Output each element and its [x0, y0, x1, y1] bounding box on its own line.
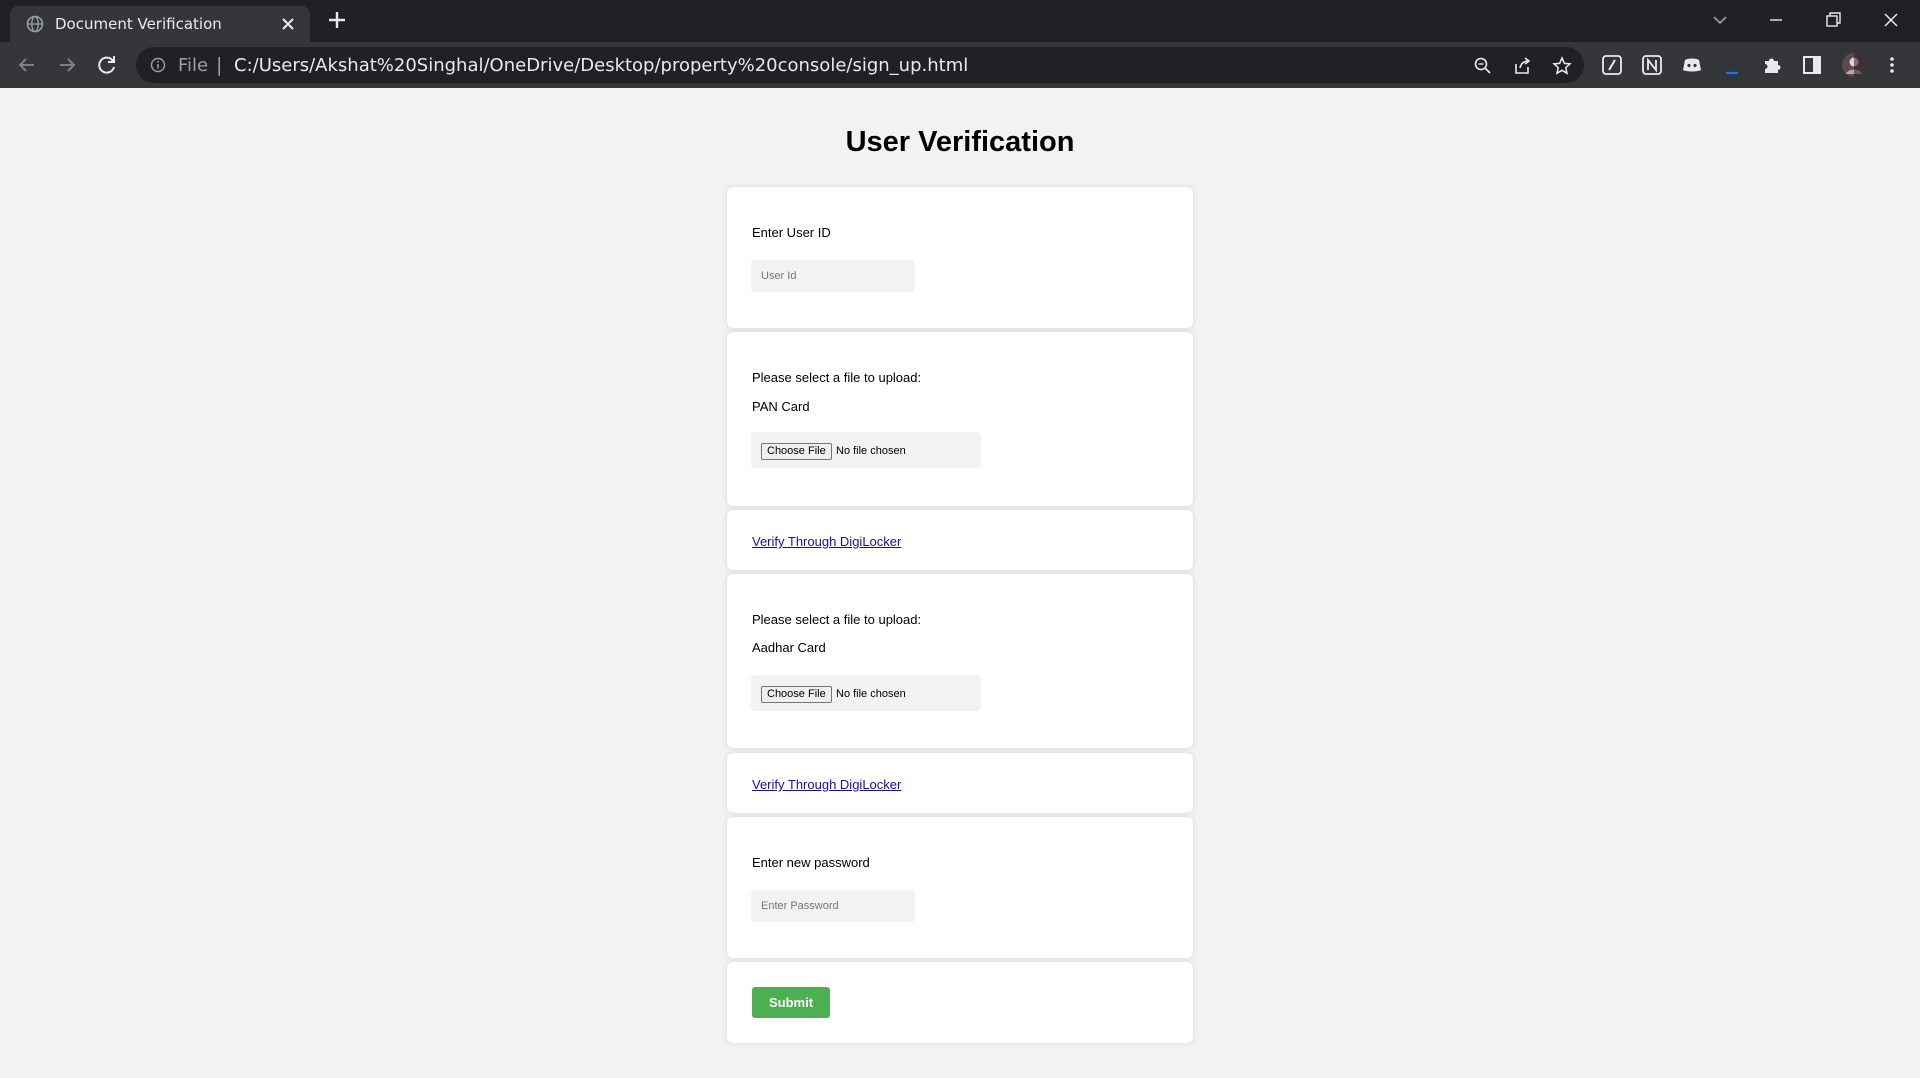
aadhar-choose-file-button[interactable]: Choose File — [761, 686, 832, 703]
aadhar-digilocker-link[interactable]: Verify Through DigiLocker — [752, 777, 901, 792]
kebab-menu-icon[interactable] — [1881, 54, 1903, 76]
address-url[interactable]: C:/Users/Akshat%20Singhal/OneDrive/Deskt… — [234, 55, 968, 76]
chevron-down-icon[interactable] — [1706, 6, 1734, 34]
share-icon[interactable] — [1512, 56, 1532, 76]
globe-icon — [26, 15, 44, 33]
restore-icon[interactable] — [1819, 6, 1847, 34]
pan-digilocker-link[interactable]: Verify Through DigiLocker — [752, 534, 901, 549]
address-separator: | — [216, 54, 223, 76]
side-panel-icon[interactable] — [1801, 54, 1823, 76]
pan-digilocker-card: Verify Through DigiLocker — [727, 510, 1193, 570]
user-id-input[interactable] — [751, 260, 915, 292]
pan-card-label: PAN Card — [752, 399, 810, 414]
pan-choose-file-button[interactable]: Choose File — [761, 443, 832, 460]
pan-upload-card: Please select a file to upload: PAN Card… — [727, 332, 1193, 506]
zoom-icon[interactable] — [1473, 56, 1493, 76]
star-icon[interactable] — [1552, 56, 1572, 76]
close-icon[interactable] — [278, 14, 298, 34]
aadhar-upload-card: Please select a file to upload: Aadhar C… — [727, 574, 1193, 748]
close-window-icon[interactable] — [1877, 6, 1905, 34]
submit-button[interactable]: Submit — [752, 987, 830, 1018]
extension-discord-icon[interactable] — [1681, 54, 1703, 76]
forward-icon[interactable] — [53, 51, 81, 79]
page-title: User Verification — [845, 126, 1075, 158]
pan-upload-prompt: Please select a file to upload: — [752, 370, 922, 385]
tab-title: Document Verification — [55, 15, 222, 33]
pan-file-status: No file chosen — [836, 445, 906, 457]
user-id-label: Enter User ID — [752, 225, 831, 240]
extension-notion-icon[interactable] — [1641, 54, 1663, 76]
reload-icon[interactable] — [93, 51, 121, 79]
password-input[interactable] — [751, 890, 915, 922]
browser-titlebar: Document Verification — [0, 0, 1920, 42]
puzzle-icon[interactable] — [1761, 54, 1783, 76]
password-label: Enter new password — [752, 855, 870, 870]
extension-pin-icon[interactable] — [1721, 54, 1743, 76]
aadhar-file-status: No file chosen — [836, 688, 906, 700]
aadhar-file-input[interactable]: Choose File No file chosen — [751, 675, 981, 711]
address-scheme: File — [178, 55, 209, 76]
user-id-card: Enter User ID — [727, 187, 1193, 328]
info-icon[interactable] — [150, 57, 166, 73]
aadhar-upload-prompt: Please select a file to upload: — [752, 612, 922, 627]
browser-toolbar: File | C:/Users/Akshat%20Singhal/OneDriv… — [0, 42, 1920, 88]
password-card: Enter new password — [727, 817, 1193, 958]
plus-icon[interactable] — [326, 9, 348, 31]
extension-slash-icon[interactable] — [1601, 54, 1623, 76]
address-bar[interactable]: File | C:/Users/Akshat%20Singhal/OneDriv… — [136, 47, 1584, 83]
submit-card: Submit — [727, 962, 1193, 1043]
aadhar-digilocker-card: Verify Through DigiLocker — [727, 753, 1193, 813]
browser-tab-active[interactable]: Document Verification — [10, 6, 310, 42]
minimize-icon[interactable] — [1762, 6, 1790, 34]
back-icon[interactable] — [13, 51, 41, 79]
pan-file-input[interactable]: Choose File No file chosen — [751, 432, 981, 468]
aadhar-card-label: Aadhar Card — [752, 640, 826, 655]
avatar[interactable] — [1841, 52, 1867, 78]
